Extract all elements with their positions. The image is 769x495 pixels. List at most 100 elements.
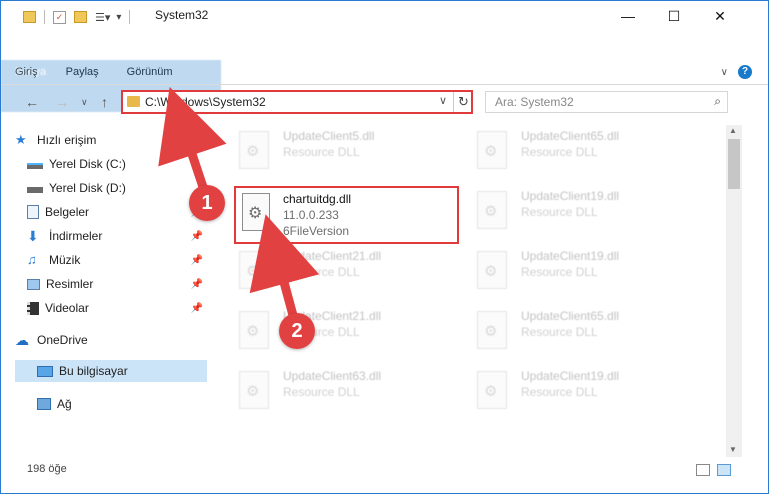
new-folder-icon[interactable] bbox=[74, 11, 87, 23]
help-icon[interactable]: ? bbox=[738, 65, 752, 79]
file-type: Resource DLL bbox=[521, 145, 598, 159]
computer-icon bbox=[37, 365, 53, 377]
status-bar: 198 öğe bbox=[1, 461, 768, 483]
refresh-icon[interactable]: ↻ bbox=[453, 92, 473, 112]
file-name: UpdateClient19.dll bbox=[521, 369, 620, 383]
address-path[interactable]: C:\Windows\System32 bbox=[145, 95, 266, 109]
sidebar-item-label: Belgeler bbox=[45, 205, 90, 219]
sidebar-item-this-pc[interactable]: Bu bilgisayar bbox=[15, 360, 207, 382]
properties-icon[interactable]: ✓ bbox=[53, 10, 66, 24]
sidebar-item-downloads[interactable]: ⬇ İndirmeler 📌 bbox=[27, 225, 207, 247]
sidebar-item-label: Bu bilgisayar bbox=[59, 364, 128, 378]
pin-icon[interactable]: 📌 bbox=[191, 303, 203, 314]
search-placeholder: Ara: System32 bbox=[495, 95, 574, 109]
dll-file-icon bbox=[477, 371, 507, 409]
vertical-scrollbar[interactable]: ▲ ▼ bbox=[726, 125, 742, 457]
pin-icon[interactable]: 📌 bbox=[191, 255, 203, 266]
large-icons-view-icon[interactable] bbox=[717, 464, 731, 476]
dll-file-icon bbox=[477, 131, 507, 169]
file-type: Resource DLL bbox=[521, 265, 598, 279]
sidebar-item-documents[interactable]: Belgeler 📌 bbox=[27, 201, 207, 223]
file-type: Resource DLL bbox=[283, 265, 360, 279]
file-name: UpdateClient19.dll bbox=[521, 189, 620, 203]
dropdown-icon[interactable]: ▾ bbox=[116, 12, 121, 23]
dll-file-icon bbox=[242, 193, 270, 231]
list-item[interactable]: UpdateClient19.dll Resource DLL bbox=[459, 365, 679, 417]
video-icon bbox=[27, 301, 39, 315]
sidebar-item-music[interactable]: ♫ Müzik 📌 bbox=[27, 249, 207, 271]
up-arrow-icon[interactable]: ↑ bbox=[101, 94, 108, 110]
documents-icon bbox=[27, 205, 39, 219]
file-name: chartuitdg.dll bbox=[283, 192, 352, 206]
explorer-window: ✓ ☰▾ ▾ System32 — ☐ ✕ Dosya Giriş Paylaş… bbox=[0, 0, 769, 494]
ribbon-tabs: Dosya Giriş Paylaş Görünüm bbox=[1, 60, 221, 112]
sidebar-item-label: Yerel Disk (C:) bbox=[49, 157, 126, 171]
scroll-down-icon[interactable]: ▼ bbox=[729, 445, 737, 454]
separator bbox=[44, 10, 45, 24]
highlighted-file[interactable]: chartuitdg.dll 11.0.0.233 6FileVersion bbox=[234, 186, 459, 244]
drive-icon bbox=[27, 163, 43, 169]
sidebar-item-onedrive[interactable]: ☁ OneDrive bbox=[15, 329, 207, 351]
file-name: UpdateClient65.dll bbox=[521, 129, 620, 143]
sidebar-item-quick-access[interactable]: ★ Hızlı erişim bbox=[15, 129, 207, 151]
cloud-icon: ☁ bbox=[15, 332, 29, 348]
details-view-icon[interactable] bbox=[696, 464, 710, 476]
file-type: Resource DLL bbox=[521, 325, 598, 339]
scrollbar-thumb[interactable] bbox=[728, 139, 740, 189]
sidebar-item-label: İndirmeler bbox=[49, 229, 103, 243]
callout-badge: 2 bbox=[279, 313, 315, 349]
maximize-button[interactable]: ☐ bbox=[651, 1, 697, 31]
forward-arrow-icon[interactable]: → bbox=[55, 94, 69, 110]
list-item[interactable]: UpdateClient19.dll Resource DLL bbox=[459, 245, 679, 297]
title-bar: ✓ ☰▾ ▾ System32 — ☐ ✕ bbox=[1, 1, 768, 31]
file-type: Resource DLL bbox=[521, 205, 598, 219]
chevron-down-icon[interactable]: ∨ bbox=[439, 94, 447, 107]
minimize-button[interactable]: — bbox=[605, 1, 651, 31]
separator bbox=[129, 10, 131, 24]
search-icon[interactable]: ⌕ bbox=[714, 94, 721, 109]
scroll-up-icon[interactable]: ▲ bbox=[729, 126, 737, 135]
sidebar-item-videos[interactable]: Videolar 📌 bbox=[27, 297, 207, 319]
sidebar-item-network[interactable]: Ağ bbox=[15, 393, 207, 415]
customize-toolbar-icon[interactable]: ☰▾ bbox=[95, 11, 110, 24]
list-item[interactable]: UpdateClient21.dll Resource DLL bbox=[221, 245, 441, 297]
recent-locations-icon[interactable]: ∨ bbox=[81, 97, 88, 108]
sidebar-item-pictures[interactable]: Resimler 📌 bbox=[27, 273, 207, 295]
file-name: UpdateClient5.dll bbox=[283, 129, 375, 143]
list-item[interactable]: UpdateClient19.dll Resource DLL bbox=[459, 185, 679, 237]
dll-file-icon bbox=[239, 251, 269, 289]
back-arrow-icon[interactable]: ← bbox=[25, 94, 39, 110]
list-item[interactable]: UpdateClient65.dll Resource DLL bbox=[459, 305, 679, 357]
sidebar-item-label: OneDrive bbox=[37, 333, 88, 347]
list-item[interactable]: UpdateClient21.dll Resource DLL bbox=[221, 305, 441, 357]
network-icon bbox=[37, 398, 51, 410]
callout-badge: 1 bbox=[189, 185, 225, 221]
folder-icon bbox=[23, 11, 36, 23]
sidebar-item-local-disk-c[interactable]: Yerel Disk (C:) bbox=[27, 153, 219, 175]
dll-file-icon bbox=[239, 131, 269, 169]
dll-file-icon bbox=[477, 311, 507, 349]
address-bar[interactable]: C:\Windows\System32 ∨ ↻ bbox=[121, 90, 473, 114]
file-version: 11.0.0.233 bbox=[283, 208, 339, 222]
expand-ribbon-icon[interactable]: ∨ bbox=[721, 67, 728, 78]
sidebar-item-label: Müzik bbox=[49, 253, 81, 267]
drive-icon bbox=[27, 187, 43, 193]
close-button[interactable]: ✕ bbox=[697, 1, 743, 31]
pin-icon[interactable]: 📌 bbox=[191, 279, 203, 290]
search-input[interactable]: Ara: System32 ⌕ bbox=[485, 91, 728, 113]
music-icon: ♫ bbox=[27, 252, 37, 267]
pictures-icon bbox=[27, 278, 40, 290]
sidebar-item-label: Yerel Disk (D:) bbox=[49, 181, 126, 195]
file-list: UpdateClient5.dll Resource DLL UpdateCli… bbox=[221, 125, 721, 455]
file-name: UpdateClient63.dll bbox=[283, 369, 382, 383]
file-type: Resource DLL bbox=[521, 385, 598, 399]
list-item[interactable]: UpdateClient65.dll Resource DLL bbox=[459, 125, 679, 177]
sidebar-item-label: Ağ bbox=[57, 397, 72, 411]
window-title: System32 bbox=[155, 8, 209, 22]
sidebar-item-label: Videolar bbox=[45, 301, 89, 315]
list-item[interactable]: UpdateClient5.dll Resource DLL bbox=[221, 125, 441, 177]
quick-access-toolbar: ✓ ☰▾ ▾ bbox=[23, 9, 131, 25]
list-item[interactable]: UpdateClient63.dll Resource DLL bbox=[221, 365, 441, 417]
pin-icon[interactable]: 📌 bbox=[191, 231, 203, 242]
folder-icon bbox=[127, 96, 140, 107]
